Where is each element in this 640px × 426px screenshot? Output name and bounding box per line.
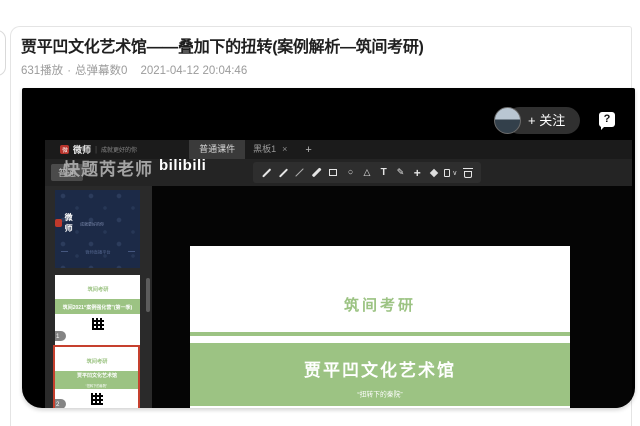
rectangle-tool-icon[interactable]: [326, 162, 341, 183]
uploader-avatar[interactable]: [494, 107, 521, 134]
video-title: 贾平凹文化艺术馆——叠加下的扭转(案例解析—筑间考研): [21, 33, 621, 57]
new-tab-button[interactable]: +: [305, 144, 311, 156]
pen-light-icon[interactable]: [292, 162, 307, 183]
logo-divider: |: [95, 145, 97, 154]
teacher-watermark: 快题芮老师: [63, 155, 153, 180]
page-edge-fragment: [0, 30, 6, 76]
qr-code: [92, 318, 104, 330]
video-stats: 631播放 · 总弹幕数0 2021-04-12 20:04:46: [21, 62, 247, 78]
bilibili-watermark: bilibili: [159, 157, 206, 174]
slide-brand-text: 筑间考研: [190, 294, 570, 315]
thumb-header-text: 筑间考研: [87, 285, 108, 293]
cover-logo-text: 微师: [65, 212, 78, 234]
weishi-logo-icon: [55, 219, 62, 227]
eraser-tool-icon[interactable]: [427, 162, 442, 183]
slide-title-band: 贾平凹文化艺术馆 “扭转下的秦院”: [190, 343, 570, 406]
tab-close-icon[interactable]: ×: [282, 144, 287, 154]
uploader-follow-group: + 关注: [494, 107, 580, 134]
slide-thumbnail-panel: 微师 成就更好的你 微师直播平台 筑间考研 筑间2021“案例强化营”(第一季)…: [45, 186, 152, 408]
chevron-down-icon[interactable]: ∨: [452, 169, 457, 177]
slide-title: 贾平凹文化艺术馆: [190, 356, 570, 381]
publish-datetime: 2021-04-12 20:04:46: [140, 65, 247, 77]
qr-code: [91, 393, 103, 405]
cover-tagline: 成就更好的你: [80, 220, 104, 226]
stats-separator: ·: [67, 65, 71, 77]
weishi-logo-icon: 微: [60, 145, 69, 154]
play-count: 631播放: [21, 65, 63, 77]
app-body: 微师 成就更好的你 微师直播平台 筑间考研 筑间2021“案例强化营”(第一季)…: [45, 186, 632, 408]
thumb-green-band: 筑间2021“案例强化营”(第一季): [55, 299, 140, 314]
ellipse-tool-icon[interactable]: ○: [344, 162, 357, 183]
thumbnail-slide-1[interactable]: 筑间考研 筑间2021“案例强化营”(第一季) 1: [55, 275, 140, 345]
triangle-tool-icon[interactable]: △: [359, 162, 374, 183]
pen-thin-icon[interactable]: [259, 162, 274, 183]
clear-page-icon[interactable]: ∨: [443, 162, 458, 183]
slide-number-badge: 2: [53, 399, 66, 408]
slide-number-badge: 1: [55, 331, 66, 341]
green-divider-top: [190, 332, 570, 336]
cover-footer: 微师直播平台: [55, 244, 140, 259]
courseware-tabs: 普通课件 黑板1× +: [189, 140, 312, 159]
main-slide: 筑间考研 贾平凹文化艺术馆 “扭转下的秦院”: [190, 246, 570, 408]
text-tool-icon[interactable]: T: [376, 162, 391, 183]
cover-logo-row: 微师 成就更好的你: [55, 212, 140, 234]
danmaku-count: 总弹幕数0: [75, 65, 127, 77]
pen-medium-icon[interactable]: [276, 162, 291, 183]
thumb-green-band: 贾平凹文化艺术馆 “扭转下的秦院”: [53, 371, 140, 389]
sidebar-scrollbar[interactable]: [146, 278, 150, 312]
app-tagline: 成就更好的你: [101, 145, 137, 154]
move-tool-icon[interactable]: +: [410, 162, 425, 183]
recorded-app-screen: 微 微师 | 成就更好的你 普通课件 黑板1× + 普通 快题芮老师 bilib…: [45, 140, 632, 408]
drawing-toolbar: ○ △ T ✎ + ∨: [253, 162, 481, 183]
thumbnail-cover-slide[interactable]: 微师 成就更好的你 微师直播平台: [55, 190, 140, 268]
marker-tool-icon[interactable]: ✎: [393, 162, 408, 183]
video-player[interactable]: + 关注 ? 微 微师 | 成就更好的你 普通课件 黑板1× + 普通 快题芮老…: [22, 88, 635, 408]
trash-icon[interactable]: [460, 162, 475, 183]
slide-subtitle: “扭转下的秦院”: [251, 388, 509, 398]
tab-blackboard-1[interactable]: 黑板1×: [245, 140, 295, 159]
thumb-header-text: 筑间考研: [86, 357, 107, 365]
thumbnail-slide-2-selected[interactable]: 筑间考研 贾平凹文化艺术馆 “扭转下的秦院” 2: [53, 345, 140, 408]
pen-thick-icon[interactable]: [309, 162, 324, 183]
help-icon[interactable]: ?: [599, 112, 615, 127]
